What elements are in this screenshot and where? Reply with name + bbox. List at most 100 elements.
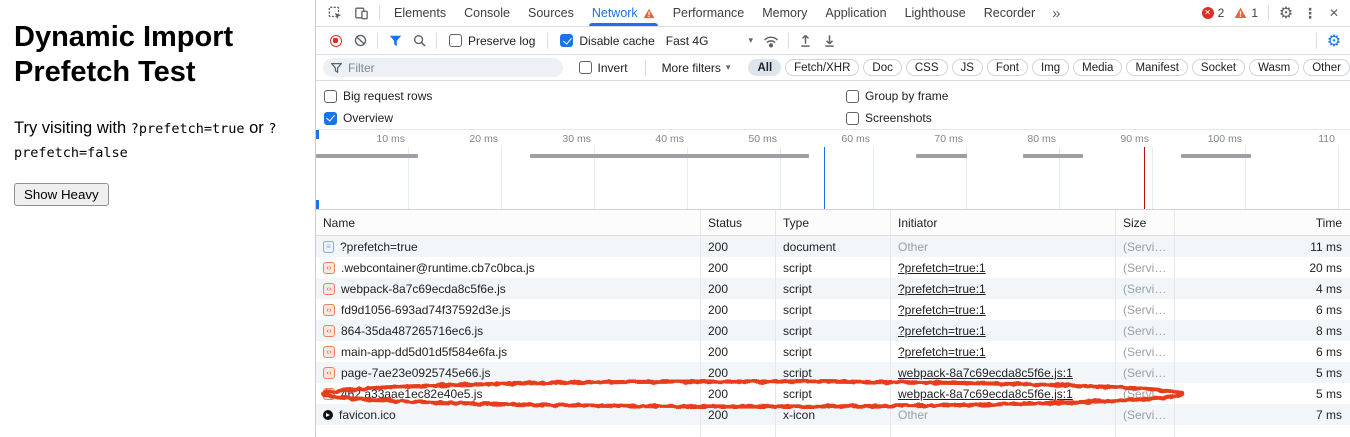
chip-js[interactable]: JS [952,59,983,76]
settings-gear-icon[interactable]: ⚙ [1274,1,1298,25]
device-toolbar-icon[interactable] [348,1,374,25]
request-row[interactable]: ≡?prefetch=true200documentOther(Servi…11… [316,236,1350,257]
network-settings-gear-icon[interactable]: ⚙ [1322,29,1346,53]
clear-network-log-icon[interactable] [348,29,372,53]
network-overview-timeline[interactable]: 10 ms20 ms30 ms40 ms50 ms60 ms70 ms80 ms… [316,130,1350,210]
chip-wasm[interactable]: Wasm [1249,59,1299,76]
initiator-link[interactable]: webpack-8a7c69ecda8c5f6e.js:1 [898,387,1073,401]
initiator-link[interactable]: ?prefetch=true:1 [898,345,986,359]
request-name-cell[interactable]: ‹›462.a33aae1ec82e40e5.js [316,383,701,404]
invert-checkbox[interactable]: Invert [579,61,628,75]
request-name-cell[interactable]: ‹›webpack-8a7c69ecda8c5f6e.js [316,278,701,299]
tab-label: Performance [673,6,745,20]
checkbox-unchecked[interactable] [324,90,337,103]
chip-media[interactable]: Media [1073,59,1122,76]
show-heavy-button[interactable]: Show Heavy [14,183,109,206]
option-checkbox[interactable]: Screenshots [846,107,948,129]
tab-application[interactable]: Application [816,0,895,26]
network-conditions-icon[interactable] [759,29,783,53]
chip-fetchxhr[interactable]: Fetch/XHR [785,59,859,76]
column-header-status[interactable]: Status [701,210,776,235]
inspect-element-icon[interactable] [322,1,348,25]
checkbox-unchecked[interactable] [846,90,859,103]
chip-other[interactable]: Other [1303,59,1350,76]
request-row[interactable]: ‹›864-35da487265716ec6.js200script?prefe… [316,320,1350,341]
search-icon[interactable] [407,29,431,53]
chip-img[interactable]: Img [1032,59,1069,76]
chip-all[interactable]: All [748,59,781,76]
request-name-cell[interactable]: ‹›main-app-dd5d01d5f584e6fa.js [316,341,701,362]
checkbox-unchecked[interactable] [846,112,859,125]
initiator-cell[interactable]: ?prefetch=true:1 [891,341,1116,362]
checkbox-unchecked[interactable] [579,61,592,74]
filter-funnel-icon[interactable] [383,29,407,53]
initiator-link[interactable]: ?prefetch=true:1 [898,303,986,317]
tab-sources[interactable]: Sources [519,0,583,26]
chip-doc[interactable]: Doc [863,59,901,76]
request-name-cell[interactable]: favicon.ico [316,404,701,425]
export-har-icon[interactable] [818,29,842,53]
overview-left-handle[interactable] [316,200,319,209]
column-header-name[interactable]: Name [316,210,701,235]
initiator-cell[interactable]: ?prefetch=true:1 [891,257,1116,278]
request-row[interactable]: ‹›462.a33aae1ec82e40e5.js200scriptwebpac… [316,383,1350,404]
dom-content-loaded-line [824,147,826,209]
tab-label: Lighthouse [905,6,966,20]
option-checkbox[interactable]: Overview [324,107,432,129]
request-row[interactable]: ‹›.webcontainer@runtime.cb7c0bca.js200sc… [316,257,1350,278]
tab-lighthouse[interactable]: Lighthouse [896,0,975,26]
initiator-link[interactable]: ?prefetch=true:1 [898,324,986,338]
option-checkbox[interactable]: Big request rows [324,85,432,107]
request-row[interactable]: ‹›main-app-dd5d01d5f584e6fa.js200script?… [316,341,1350,362]
request-name-cell[interactable]: ‹›864-35da487265716ec6.js [316,320,701,341]
console-warnings-badge[interactable]: 1 [1234,6,1258,20]
checkbox-checked[interactable] [324,112,337,125]
tab-console[interactable]: Console [455,0,519,26]
request-name-cell[interactable]: ‹›.webcontainer@runtime.cb7c0bca.js [316,257,701,278]
initiator-cell[interactable]: ?prefetch=true:1 [891,320,1116,341]
disable-cache-checkbox[interactable]: Disable cache [560,34,654,48]
request-row[interactable]: ‹›page-7ae23e0925745e66.js200scriptwebpa… [316,362,1350,383]
chip-socket[interactable]: Socket [1192,59,1245,76]
initiator-link[interactable]: webpack-8a7c69ecda8c5f6e.js:1 [898,366,1073,380]
tab-elements[interactable]: Elements [385,0,455,26]
tab-memory[interactable]: Memory [753,0,816,26]
initiator-link[interactable]: ?prefetch=true:1 [898,261,986,275]
preserve-log-checkbox[interactable]: Preserve log [449,34,535,48]
throttling-dropdown[interactable]: Fast 4G ▾ [666,34,753,48]
chip-font[interactable]: Font [987,59,1028,76]
tab-performance[interactable]: Performance [664,0,754,26]
import-har-icon[interactable] [794,29,818,53]
initiator-cell[interactable]: webpack-8a7c69ecda8c5f6e.js:1 [891,362,1116,383]
checkbox-unchecked[interactable] [449,34,462,47]
filter-input[interactable]: Filter [323,58,563,77]
request-name-cell[interactable]: ≡?prefetch=true [316,236,701,257]
checkbox-checked[interactable] [560,34,573,47]
record-network-log-icon[interactable] [324,29,348,53]
console-errors-badge[interactable]: ✕ 2 [1202,6,1225,20]
initiator-link[interactable]: ?prefetch=true:1 [898,282,986,296]
initiator-cell[interactable]: webpack-8a7c69ecda8c5f6e.js:1 [891,383,1116,404]
overview-left-handle[interactable] [316,130,319,139]
initiator-cell[interactable]: ?prefetch=true:1 [891,278,1116,299]
tab-network[interactable]: Network [583,0,664,26]
more-filters-dropdown[interactable]: More filters ▾ [656,61,737,75]
request-name-cell[interactable]: ‹›fd9d1056-693ad74f37592d3e.js [316,299,701,320]
option-checkbox[interactable]: Group by frame [846,85,948,107]
tab-recorder[interactable]: Recorder [975,0,1044,26]
request-name-cell[interactable]: ‹›page-7ae23e0925745e66.js [316,362,701,383]
chip-manifest[interactable]: Manifest [1126,59,1187,76]
column-header-type[interactable]: Type [776,210,891,235]
chip-css[interactable]: CSS [906,59,948,76]
request-row[interactable]: favicon.ico200x-iconOther(Servi…7 ms [316,404,1350,425]
request-row[interactable]: ‹›webpack-8a7c69ecda8c5f6e.js200script?p… [316,278,1350,299]
more-tabs-icon[interactable]: » [1044,5,1068,22]
column-header-initiator[interactable]: Initiator [891,210,1116,235]
close-devtools-icon[interactable]: ✕ [1322,1,1346,25]
request-row[interactable]: ‹›fd9d1056-693ad74f37592d3e.js200script?… [316,299,1350,320]
column-header-size[interactable]: Size [1116,210,1175,235]
initiator-cell[interactable]: ?prefetch=true:1 [891,299,1116,320]
request-name: page-7ae23e0925745e66.js [341,366,490,380]
kebab-menu-icon[interactable]: ⋮ [1298,1,1322,25]
column-header-time[interactable]: Time [1175,210,1350,235]
